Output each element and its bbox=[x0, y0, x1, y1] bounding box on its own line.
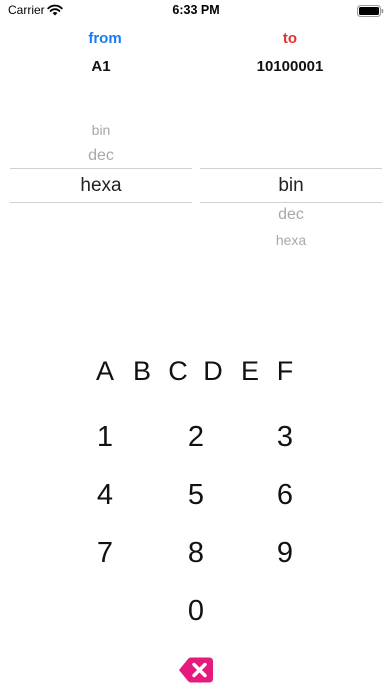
key-0[interactable]: 0 bbox=[176, 595, 216, 628]
key-3[interactable]: 3 bbox=[265, 421, 305, 454]
key-1[interactable]: 1 bbox=[85, 421, 125, 454]
backspace-x-icon bbox=[179, 657, 213, 683]
to-picker-option-hexa[interactable]: hexa bbox=[200, 232, 382, 248]
picker-selection-line bbox=[10, 202, 192, 203]
key-8[interactable]: 8 bbox=[176, 537, 216, 570]
picker-selection-line bbox=[200, 168, 382, 169]
key-d[interactable]: D bbox=[198, 356, 228, 387]
from-picker-option-hexa[interactable]: hexa bbox=[10, 175, 192, 197]
key-c[interactable]: C bbox=[163, 356, 193, 387]
from-value-display: A1 bbox=[91, 58, 111, 75]
key-f[interactable]: F bbox=[270, 356, 300, 387]
status-time: 6:33 PM bbox=[172, 3, 220, 17]
from-picker-option-bin[interactable]: bin bbox=[10, 122, 192, 138]
key-9[interactable]: 9 bbox=[265, 537, 305, 570]
from-picker-option-dec[interactable]: dec bbox=[10, 147, 192, 165]
key-4[interactable]: 4 bbox=[85, 479, 125, 512]
from-label: from bbox=[88, 30, 122, 47]
key-6[interactable]: 6 bbox=[265, 479, 305, 512]
key-5[interactable]: 5 bbox=[176, 479, 216, 512]
battery-icon bbox=[357, 5, 384, 17]
to-picker-option-dec[interactable]: dec bbox=[200, 206, 382, 224]
from-base-picker[interactable]: bin dec hexa bbox=[10, 110, 192, 260]
key-2[interactable]: 2 bbox=[176, 421, 216, 454]
to-label: to bbox=[282, 30, 298, 47]
picker-selection-line bbox=[10, 168, 192, 169]
key-e[interactable]: E bbox=[235, 356, 265, 387]
picker-selection-line bbox=[200, 202, 382, 203]
app-screen: Carrier 6:33 PM from to A1 10100001 bin … bbox=[0, 0, 392, 696]
to-value-display: 10100001 bbox=[256, 58, 324, 75]
delete-button[interactable] bbox=[178, 655, 214, 685]
key-b[interactable]: B bbox=[127, 356, 157, 387]
hex-keys-row: A B C D E F bbox=[0, 356, 392, 392]
to-picker-option-bin[interactable]: bin bbox=[200, 175, 382, 197]
key-a[interactable]: A bbox=[90, 356, 120, 387]
to-base-picker[interactable]: bin dec hexa bbox=[200, 110, 382, 260]
key-7[interactable]: 7 bbox=[85, 537, 125, 570]
status-bar: Carrier 6:33 PM bbox=[0, 0, 392, 22]
